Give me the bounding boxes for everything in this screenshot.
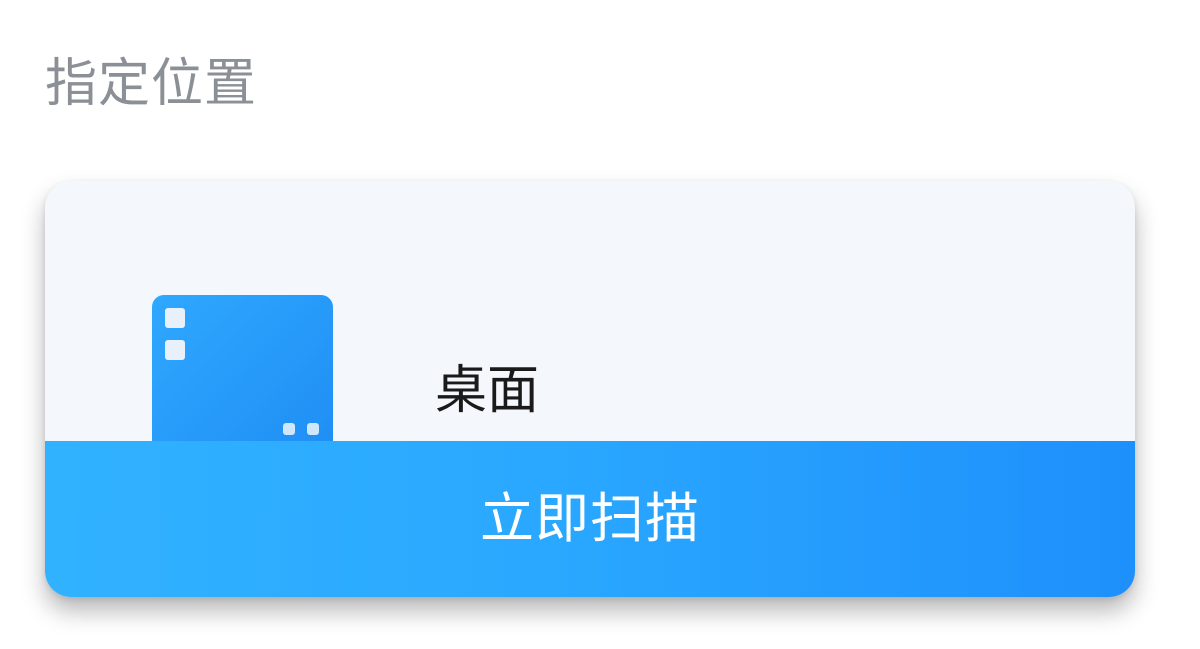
scan-now-button[interactable]: 立即扫描 [45,441,1135,597]
taskbar-dot-icon [283,423,295,435]
location-label: 桌面 [435,361,540,421]
desktop-shortcut-icon [165,308,185,328]
desktop-icon [152,295,333,455]
section-title: 指定位置 [45,54,258,114]
scan-now-button-label: 立即扫描 [480,487,700,550]
taskbar-dot-icon [307,423,319,435]
desktop-shortcut-icon [165,340,185,360]
location-card: 桌面 立即扫描 [45,181,1135,597]
scan-location-panel: 指定位置 桌面 立即扫描 [0,0,1200,649]
location-option-desktop[interactable]: 桌面 [45,181,1135,455]
